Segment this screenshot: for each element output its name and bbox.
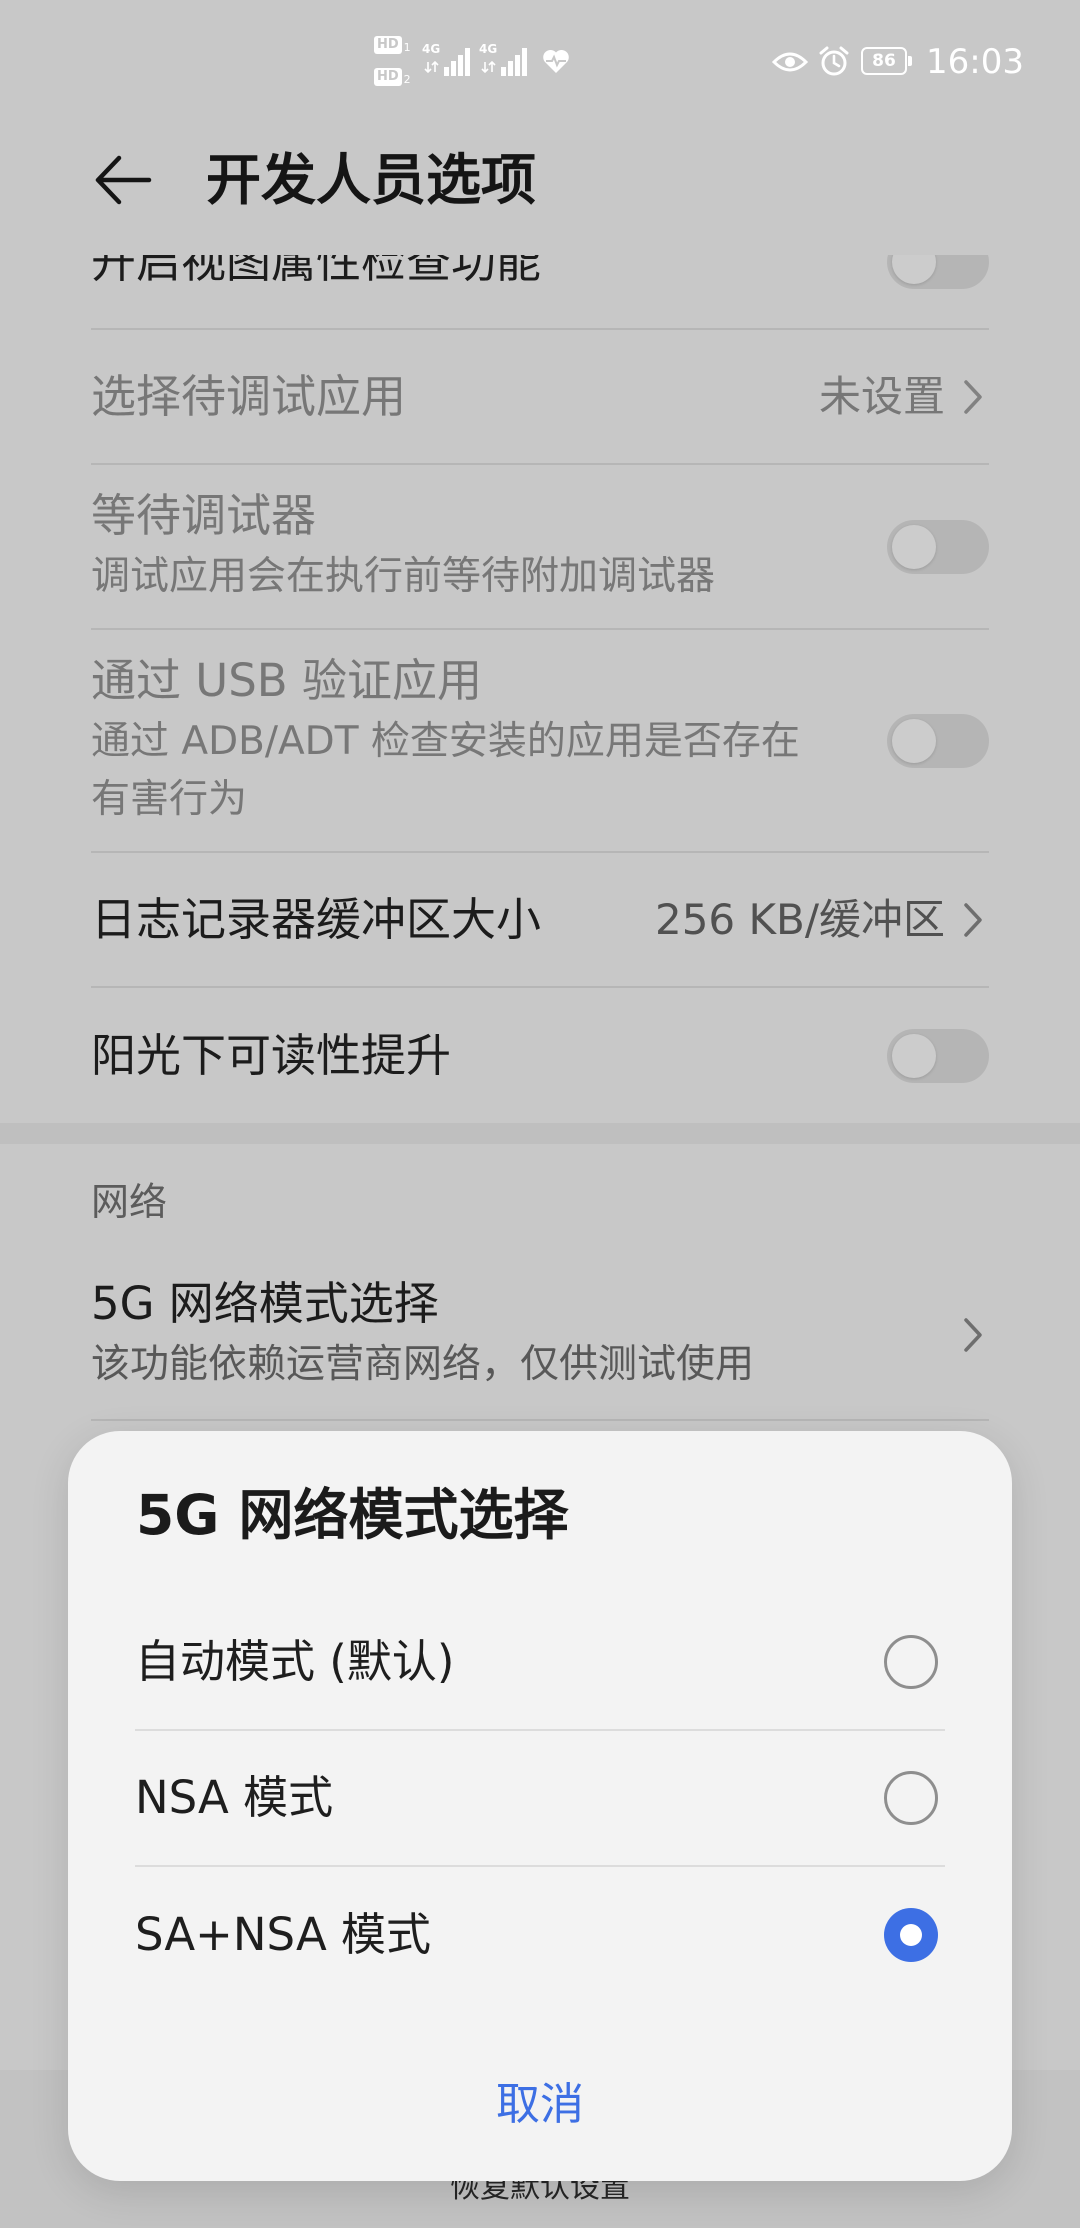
option-nsa-mode[interactable]: NSA 模式 [135,1731,945,1867]
status-bar: HD 1 HD 2 4G 4G 86 16:03 [0,0,1080,110]
sim2-signal-indicator: 4G [479,40,531,80]
eye-icon [772,52,808,72]
sim-slot-number: 1 [403,41,411,54]
signal-icon [424,48,470,76]
radio-button[interactable] [884,1908,938,1962]
hd-badge: HD [374,68,402,86]
hd-voice-sim1-indicator: HD 1 [374,36,411,54]
alarm-icon [819,46,849,76]
option-label: SA+NSA 模式 [135,1908,432,1961]
battery-icon: 86 [861,47,907,75]
hd-badge: HD [374,36,402,54]
signal-icon [481,48,527,76]
battery-level: 86 [872,51,896,71]
heart-icon [543,49,569,73]
clock: 16:03 [926,42,1024,82]
battery-terminal [908,56,912,66]
hd-voice-sim2-indicator: HD 2 [374,68,411,86]
dialog-title: 5G 网络模式选择 [136,1483,569,1547]
mode-option-list: 自动模式 (默认) NSA 模式 SA+NSA 模式 [135,1595,945,2003]
option-label: NSA 模式 [135,1771,334,1824]
cancel-button[interactable]: 取消 [68,2069,1012,2141]
option-sa-nsa-mode[interactable]: SA+NSA 模式 [135,1867,945,2003]
radio-button[interactable] [884,1771,938,1825]
sim-slot-number: 2 [403,73,411,86]
radio-button[interactable] [884,1635,938,1689]
sim1-signal-indicator: 4G [422,40,474,80]
option-label: 自动模式 (默认) [135,1635,455,1688]
network-mode-dialog: 5G 网络模式选择 自动模式 (默认) NSA 模式 SA+NSA 模式 取消 [68,1431,1012,2181]
option-auto-mode[interactable]: 自动模式 (默认) [135,1595,945,1731]
